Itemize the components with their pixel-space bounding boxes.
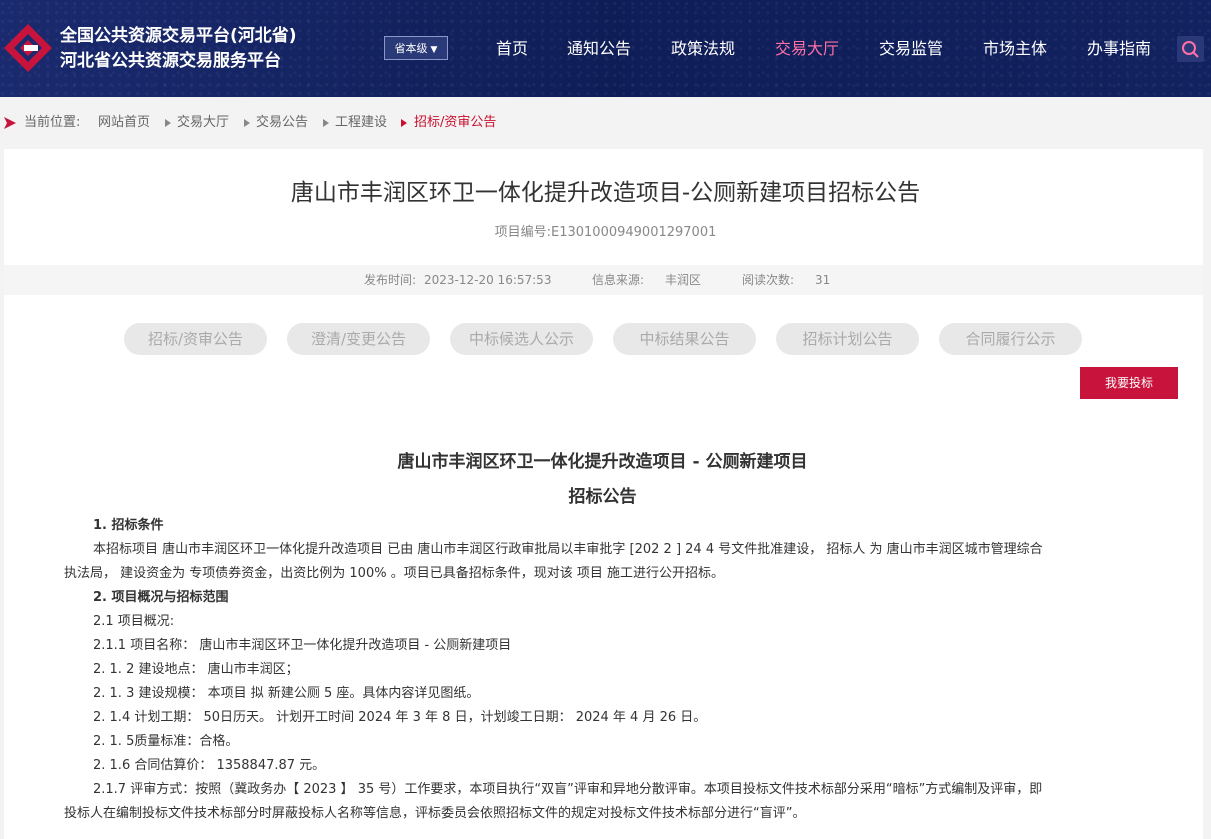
paragraph-line: 2. 1.4 计划工期： 50日历天。 计划开工时间 2024 年 3 年 8 … (93, 710, 707, 725)
breadcrumb-sep-icon (401, 119, 407, 127)
breadcrumb-home[interactable]: 网站首页 (98, 112, 150, 134)
paragraph-line: 投标人在编制投标文件技术标部分时屏蔽投标人名称等信息，评标委员会依照招标文件的规… (64, 806, 806, 821)
source-value: 丰润区 (665, 273, 702, 287)
paragraph-line: 2.1 项目概况: (93, 614, 175, 629)
breadcrumb-sep-icon (165, 119, 171, 127)
nav-trading-hall[interactable]: 交易大厅 (775, 38, 839, 60)
doc-title-line1: 唐山市丰润区环卫一体化提升改造项目 - 公厕新建项目 (397, 452, 808, 472)
publish-label: 发布时间: (364, 273, 417, 287)
breadcrumb-current: 招标/资审公告 (414, 115, 497, 130)
paragraph-line: 2. 1. 5质量标准：合格。 (93, 734, 239, 749)
site-header: 全国公共资源交易平台(河北省) 河北省公共资源交易服务平台 省本级 ▼ 首页 通知… (0, 0, 1211, 97)
nav-guide[interactable]: 办事指南 (1087, 38, 1151, 60)
site-title-line2: 河北省公共资源交易服务平台 (60, 51, 281, 71)
paragraph-line: 2.1.7 评审方式：按照（冀政务办【 2023 】 35 号）工作要求，本项目… (93, 782, 1043, 797)
section-heading: 2. 项目概况与招标范围 (93, 590, 229, 605)
doc-title-line2: 招标公告 (568, 487, 637, 507)
tab-contract-publicity[interactable]: 合同履行公示 (939, 323, 1082, 355)
reads-value: 31 (815, 273, 831, 287)
logo-icon (4, 24, 52, 72)
nav-supervision[interactable]: 交易监管 (879, 38, 943, 60)
nav-market-entities[interactable]: 市场主体 (983, 38, 1047, 60)
project-code: 项目编号:E1301000949001297001 (494, 225, 717, 240)
paragraph-line: 本招标项目 唐山市丰润区环卫一体化提升改造项目 已由 唐山市丰润区行政审批局以丰… (93, 542, 1043, 557)
publish-time: 2023-12-20 16:57:53 (424, 273, 552, 287)
chevron-down-icon: ▼ (430, 45, 438, 55)
reads-label: 阅读次数: (742, 273, 795, 287)
section-heading: 1. 招标条件 (93, 518, 164, 533)
paragraph-line: 2. 1. 3 建设规模： 本项目 拟 新建公厕 5 座。具体内容详见图纸。 (93, 686, 480, 701)
breadcrumb-sep-icon (244, 119, 250, 127)
site-title[interactable]: 全国公共资源交易平台(河北省) 河北省公共资源交易服务平台 (60, 24, 297, 74)
search-button[interactable] (1177, 36, 1204, 62)
page-title: 唐山市丰润区环卫一体化提升改造项目-公厕新建项目招标公告 (290, 180, 921, 206)
tab-clarification[interactable]: 澄清/变更公告 (287, 323, 430, 355)
location-arrow-icon (4, 117, 16, 129)
search-icon (1182, 41, 1199, 58)
tab-result-notice[interactable]: 中标结果公告 (613, 323, 756, 355)
breadcrumb-engineering[interactable]: 工程建设 (335, 112, 387, 134)
site-title-line1: 全国公共资源交易平台(河北省) (60, 26, 297, 46)
paragraph-line: 执法局， 建设资金为 专项债券资金，出资比例为 100% 。项目已具备招标条件，… (64, 566, 724, 581)
nav-home[interactable]: 首页 (496, 38, 528, 60)
tab-plan-notice[interactable]: 招标计划公告 (776, 323, 919, 355)
meta-bar: 发布时间: 2023-12-20 16:57:53 信息来源: 丰润区 阅读次数… (4, 265, 1203, 295)
breadcrumb-announcements[interactable]: 交易公告 (256, 112, 308, 134)
breadcrumb-trading-hall[interactable]: 交易大厅 (177, 112, 229, 134)
nav-notices[interactable]: 通知公告 (567, 38, 631, 60)
paragraph-line: 2. 1. 2 建设地点： 唐山市丰润区； (93, 662, 299, 677)
level-select[interactable]: 省本级 ▼ (384, 36, 448, 60)
bid-button[interactable]: 我要投标 (1080, 367, 1178, 399)
breadcrumb-prefix: 当前位置: (24, 115, 81, 130)
source-label: 信息来源: (592, 273, 645, 287)
paragraph-line: 2.1.1 项目名称： 唐山市丰润区环卫一体化提升改造项目 - 公厕新建项目 (93, 638, 512, 653)
paragraph-line: 2. 1.6 合同估算价： 1358847.87 元。 (93, 758, 326, 773)
breadcrumb-sep-icon (323, 119, 329, 127)
nav-policies[interactable]: 政策法规 (671, 38, 735, 60)
level-select-label: 省本级 (394, 42, 428, 55)
tab-bidding-notice[interactable]: 招标/资审公告 (124, 323, 267, 355)
tab-candidate-publicity[interactable]: 中标候选人公示 (450, 323, 593, 355)
